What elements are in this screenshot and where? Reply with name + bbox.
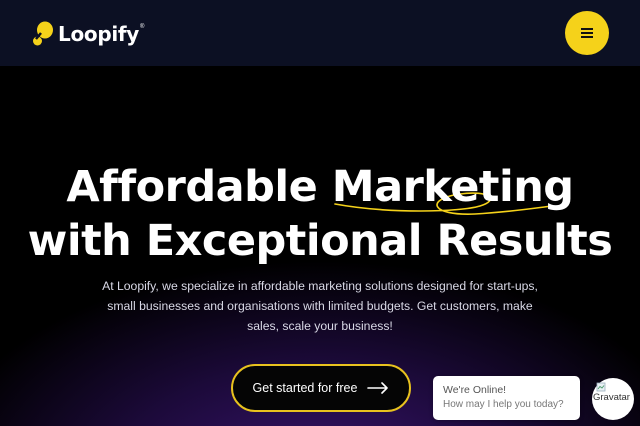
get-started-label: Get started for free	[252, 381, 358, 395]
loopify-logo-icon	[33, 21, 53, 46]
hero-headline-line2: with Exceptional Results	[27, 216, 613, 266]
get-started-button[interactable]: Get started for free	[231, 364, 411, 412]
logo[interactable]: Loopify ®	[32, 20, 144, 48]
arrow-right-icon	[367, 382, 389, 394]
chat-message: How may I help you today?	[443, 399, 564, 410]
site-header: Loopify ®	[0, 0, 640, 66]
hero-headline-line1: Affordable Marketing	[66, 162, 574, 212]
trademark-mark: ®	[140, 24, 145, 30]
brand-name: Loopify	[58, 22, 140, 46]
chat-avatar[interactable]: Gravatar	[592, 378, 634, 420]
avatar-alt-text: Gravatar	[593, 392, 630, 403]
menu-button[interactable]	[565, 11, 609, 55]
chat-title: We're Online!	[443, 384, 507, 396]
hamburger-icon	[581, 28, 593, 38]
chat-widget-bubble[interactable]: We're Online! How may I help you today?	[433, 376, 580, 420]
avatar-image-icon	[596, 382, 606, 392]
hero-section: Affordable Marketing with Exceptional Re…	[0, 66, 640, 426]
hero-subtext: At Loopify, we specialize in affordable …	[102, 279, 538, 333]
